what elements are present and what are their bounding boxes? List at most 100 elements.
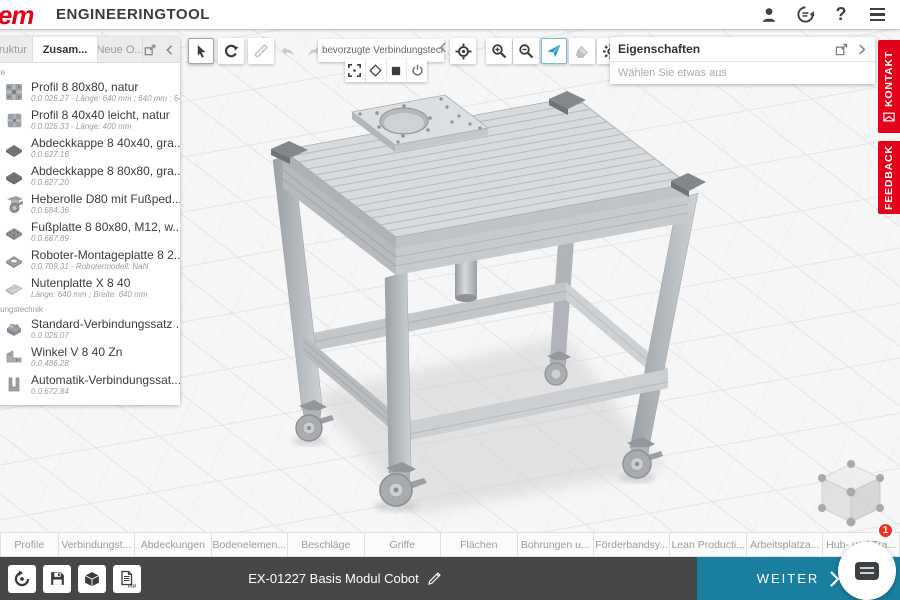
save-icon[interactable] <box>43 565 71 593</box>
zoom-in-icon[interactable] <box>486 38 512 64</box>
reset-view-icon[interactable] <box>218 38 244 64</box>
header-bar: item ENGINEERINGTOOL ? <box>0 0 900 30</box>
chat-bubble-icon <box>855 562 879 580</box>
product-sub: 0.0.684.36 <box>31 206 180 215</box>
nutplate-thumbnail <box>3 277 25 299</box>
caster-right[interactable] <box>623 437 663 478</box>
restart-icon[interactable] <box>8 565 36 593</box>
expand-right-icon[interactable] <box>858 43 867 56</box>
tab-bodenelemente[interactable]: Bodenelemen... <box>212 532 288 557</box>
center-view-icon[interactable] <box>450 38 476 64</box>
measure-icon[interactable] <box>248 38 274 64</box>
help-icon[interactable]: ? <box>830 4 852 26</box>
section-label-verbindungstechnik: Verbindungstechnik <box>0 302 180 315</box>
product-sub: 0.0.687.89 <box>31 234 180 243</box>
connector-thumbnail <box>3 318 25 340</box>
tab-beschlaege[interactable]: Beschläge <box>288 532 364 557</box>
feedback-label: FEEDBACK <box>883 145 895 210</box>
product-name: Automatik-Verbindungssat... <box>31 374 180 388</box>
product-name: Roboter-Montageplatte 8 2... <box>31 249 180 263</box>
undo-icon[interactable] <box>274 38 300 64</box>
list-item-nutenplatte[interactable]: Nutenplatte X 8 40Länge: 640 mm ; Breite… <box>0 274 180 302</box>
product-sub: 0.0.026.07 <box>31 331 180 340</box>
zoom-out-icon[interactable] <box>513 38 539 64</box>
properties-panel: Eigenschaften Wählen Sie etwas aus <box>610 37 875 84</box>
tab-struktur[interactable]: Struktur <box>0 37 33 62</box>
tab-neue[interactable]: Neue O... <box>98 37 143 62</box>
product-sub: 0.0.627.20 <box>31 178 180 187</box>
product-name: Abdeckkappe 8 80x80, gra... <box>31 165 180 179</box>
kontakt-label: KONTAKT <box>883 51 895 107</box>
popout-icon[interactable] <box>835 43 848 56</box>
cap-thumbnail <box>3 165 25 187</box>
menu-icon[interactable] <box>866 4 888 26</box>
tab-bohrungen[interactable]: Bohrungen u... <box>518 532 594 557</box>
edit-pencil-icon[interactable] <box>427 571 442 586</box>
tab-flaechen[interactable]: Flächen <box>441 532 517 557</box>
product-name: Fußplatte 8 80x80, M12, w... <box>31 221 180 235</box>
user-icon[interactable] <box>758 4 780 26</box>
list-item-roboter-montageplatte[interactable]: Roboter-Montageplatte 8 2...0.0.709.31 -… <box>0 246 180 274</box>
power-icon[interactable] <box>407 59 427 82</box>
project-name[interactable]: EX-01227 Basis Modul Cobot <box>248 571 419 586</box>
solid-icon[interactable] <box>387 59 408 82</box>
profile-40-thumbnail <box>3 109 25 131</box>
product-name: Winkel V 8 40 Zn <box>31 346 122 360</box>
tab-profile[interactable]: Profile <box>0 532 59 557</box>
select-cursor-icon[interactable] <box>188 38 214 64</box>
list-item-abdeckkappe-80[interactable]: Abdeckkappe 8 80x80, gra...0.0.627.20 <box>0 162 180 190</box>
auto-connector-thumbnail <box>3 374 25 396</box>
tab-foerderbandsysteme[interactable]: Förderbandsy... <box>594 532 670 557</box>
tab-lean-production[interactable]: Lean Producti... <box>670 532 746 557</box>
list-item-standard-verbindungssatz[interactable]: Standard-Verbindungssatz ...0.0.026.07 <box>0 315 180 343</box>
fit-screen-icon[interactable] <box>345 59 366 82</box>
angle-thumbnail <box>3 346 25 368</box>
tab-abdeckungen[interactable]: Abdeckungen <box>135 532 211 557</box>
feedback-tab[interactable]: FEEDBACK <box>878 141 900 214</box>
brand-logo[interactable]: item <box>0 0 40 30</box>
robotplate-thumbnail <box>3 249 25 271</box>
roller-thumbnail <box>3 193 25 215</box>
cap-thumbnail <box>3 137 25 159</box>
envelope-icon <box>883 112 895 122</box>
tab-verbindungstechnik[interactable]: Verbindungst... <box>59 532 135 557</box>
list-item-automatik-verbindungssatz[interactable]: Automatik-Verbindungssat...0.0.672.84 <box>0 371 180 399</box>
pdf-export-icon[interactable]: PDF <box>113 565 141 593</box>
product-name: Heberolle D80 mit Fußped... <box>31 193 180 207</box>
wireframe-icon[interactable] <box>366 59 387 82</box>
weiter-label: WEITER <box>757 571 820 586</box>
list-item-profil-40[interactable]: Profil 8 40x40 leicht, natur0.0.026.33 -… <box>0 106 180 134</box>
product-sub: 0.0.026.27 - Länge: 640 mm ; 640 mm ; 64… <box>31 94 180 103</box>
product-name: Profil 8 80x80, natur <box>31 81 180 95</box>
section-label-produkte: Produkte <box>0 65 180 78</box>
fly-mode-icon[interactable] <box>541 38 567 64</box>
category-tab-bar: Profile Verbindungst... Abdeckungen Bode… <box>0 532 900 557</box>
list-item-winkel[interactable]: Winkel V 8 40 Zn0.0.486.28 <box>0 343 180 371</box>
tab-zusammenstellung[interactable]: Zusam... <box>33 37 98 62</box>
collapse-toolbar-icon[interactable] <box>438 41 447 54</box>
list-item-fussplatte[interactable]: Fußplatte 8 80x80, M12, w...0.0.687.89 <box>0 218 180 246</box>
product-sub: Länge: 640 mm ; Breite: 640 mm <box>31 290 148 299</box>
cube-icon[interactable] <box>78 565 106 593</box>
tab-arbeitsplatzausstattung[interactable]: Arbeitsplatza... <box>747 532 823 557</box>
list-item-abdeckkappe-40[interactable]: Abdeckkappe 8 40x40, gra...0.0.627.16 <box>0 134 180 162</box>
product-name: Abdeckkappe 8 40x40, gra... <box>31 137 180 151</box>
support-icon[interactable] <box>794 4 816 26</box>
chat-button[interactable] <box>838 542 896 600</box>
app-title: ENGINEERINGTOOL <box>56 6 210 23</box>
popout-icon[interactable] <box>144 44 156 56</box>
products-panel: Struktur Zusam... Neue O... Produkte Pro… <box>0 37 180 405</box>
eraser-icon[interactable] <box>569 38 595 64</box>
kontakt-tab[interactable]: KONTAKT <box>878 40 900 133</box>
properties-placeholder: Wählen Sie etwas aus <box>610 62 875 84</box>
navigation-cube[interactable] <box>818 460 884 527</box>
product-name: Standard-Verbindungssatz ... <box>31 318 180 332</box>
tab-griffe[interactable]: Griffe <box>365 532 441 557</box>
notification-badge[interactable]: 1 <box>877 522 894 539</box>
collapse-left-icon[interactable] <box>164 44 174 56</box>
product-sub: 0.0.486.28 <box>31 359 122 368</box>
list-item-profil-80[interactable]: Profil 8 80x80, natur0.0.026.27 - Länge:… <box>0 78 180 106</box>
list-item-heberolle[interactable]: Heberolle D80 mit Fußped...0.0.684.36 <box>0 190 180 218</box>
chat-widget: 1 <box>834 530 892 588</box>
product-name: Nutenplatte X 8 40 <box>31 277 148 291</box>
